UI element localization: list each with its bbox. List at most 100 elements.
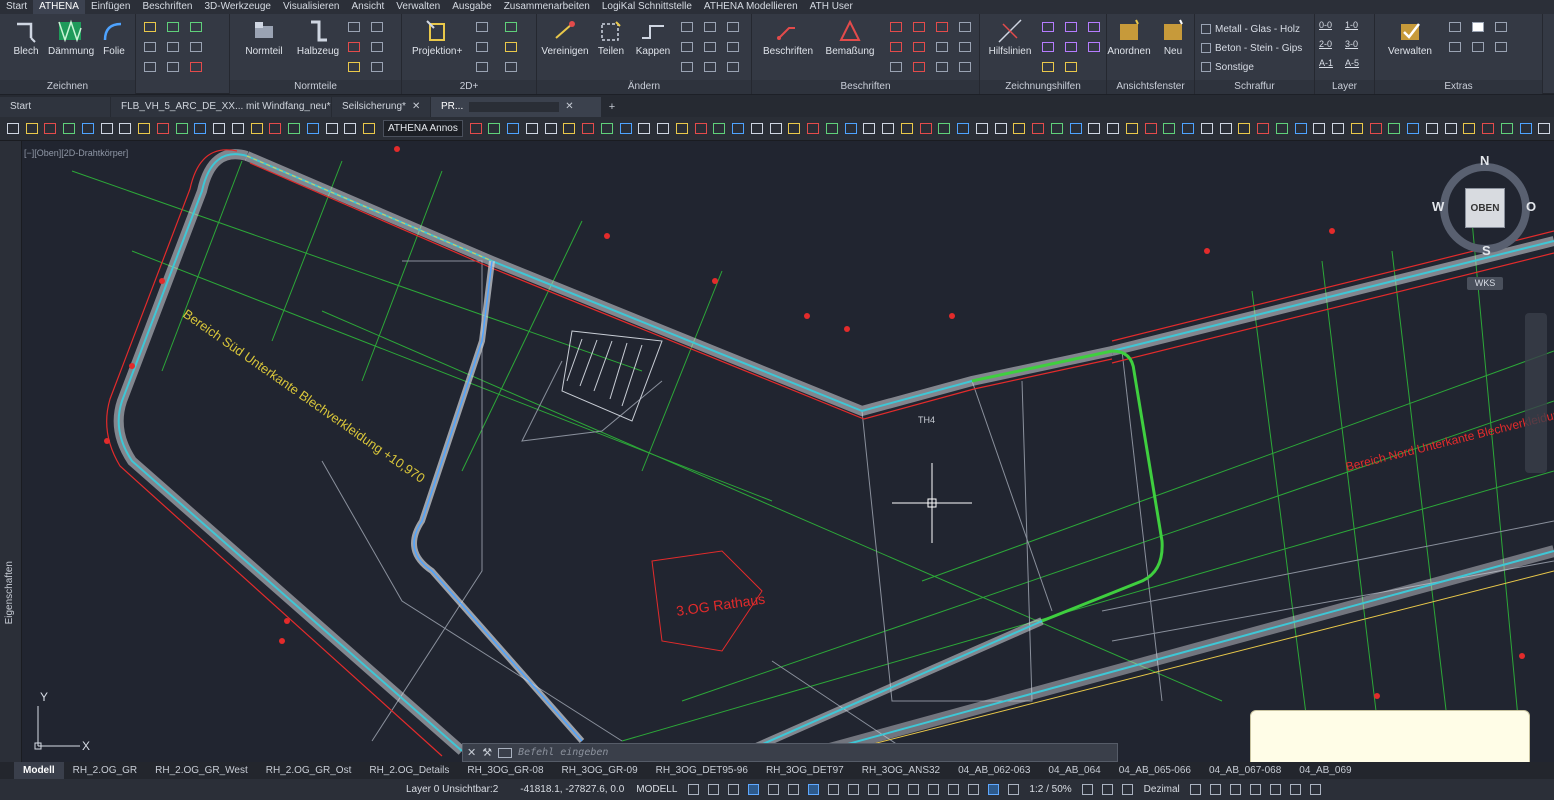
layout-tab-modell[interactable]: Modell [14,762,64,779]
dim-aligned-icon[interactable] [909,18,929,35]
copy-tool-icon[interactable] [723,18,743,35]
command-line[interactable]: ✕ ⚒ Befehl eingeben [462,743,1118,762]
toolbar-tool-icon[interactable] [360,120,378,138]
menu-item-logikal-schnittstelle[interactable]: LogiKal Schnittstelle [596,0,698,14]
detail-tool-icon[interactable] [501,38,521,55]
toolbar-tool-icon[interactable] [192,120,210,138]
layer-a-5[interactable]: A-5 [1345,58,1371,77]
section-tool-icon[interactable] [472,38,492,55]
neu-button[interactable]: Neu [1151,18,1195,57]
status-model-space[interactable]: MODELL [630,784,683,795]
menu-item-beschriften[interactable]: Beschriften [136,0,198,14]
doc-tab-seilsicherung[interactable]: Seilsicherung* ✕ [332,97,430,117]
toolbar-tool-icon[interactable] [1442,120,1460,138]
dash-tool-icon[interactable] [163,38,183,55]
trim-tool-icon[interactable] [677,58,697,75]
dim-radius-icon[interactable] [932,18,952,35]
toolbar-tool-icon[interactable] [1104,120,1122,138]
toolbar-tool-icon[interactable] [767,120,785,138]
selection-cycle-icon[interactable] [885,782,901,798]
menu-item-einfügen[interactable]: Einfügen [85,0,136,14]
quick-properties-icon[interactable] [1188,782,1204,798]
schraffur-sonstige[interactable]: Sonstige [1201,58,1302,77]
toolbar-tool-icon[interactable] [1479,120,1497,138]
block-icon[interactable] [886,58,906,75]
toolbar-tool-icon[interactable] [467,120,485,138]
toolbar-tool-icon[interactable] [654,120,672,138]
toolbar-tool-icon[interactable] [823,120,841,138]
status-units[interactable]: Dezimal [1138,784,1186,795]
toolbar-tool-icon[interactable] [992,120,1010,138]
layer-a-1[interactable]: A-1 [1319,58,1345,77]
toolbar-tool-icon[interactable] [954,120,972,138]
grid2-icon[interactable] [1061,38,1081,55]
toolbar-tool-icon[interactable] [842,120,860,138]
toolbar-tool-icon[interactable] [1011,120,1029,138]
kappen-button[interactable]: Kappen [631,18,675,57]
verwalten-button[interactable]: Verwalten [1385,18,1435,57]
layout-tab-rh-3og-det97[interactable]: RH_3OG_DET97 [757,762,853,779]
toolbar-tool-icon[interactable] [598,120,616,138]
text-size-icon[interactable] [955,58,975,75]
hardware-accel-icon[interactable] [1248,782,1264,798]
toolbar-tool-icon[interactable] [1161,120,1179,138]
daemmung-button[interactable]: Dämmung [48,18,94,57]
selection-filter-icon[interactable] [945,782,961,798]
pattern-tool-icon[interactable] [186,18,206,35]
profile2-tool-icon[interactable] [367,38,387,55]
profile-tool-icon[interactable] [344,38,364,55]
viewcube-south[interactable]: S [1482,243,1491,258]
toolbar-tool-icon[interactable] [486,120,504,138]
navigation-bar[interactable] [1525,313,1547,473]
settings-icon[interactable] [1445,18,1465,35]
profile4-tool-icon[interactable] [367,58,387,75]
annotation-monitor-icon[interactable] [1100,782,1116,798]
mleader-icon[interactable] [909,38,929,55]
help-icon[interactable] [1468,18,1488,35]
toolbar-tool-icon[interactable] [229,120,247,138]
toolbar-tool-icon[interactable] [1179,120,1197,138]
polar-toggle-icon[interactable] [765,782,781,798]
toolbar-tool-icon[interactable] [1536,120,1554,138]
isolate-objects-icon[interactable] [1228,782,1244,798]
users-icon[interactable] [1445,38,1465,55]
extend-tool-icon[interactable] [700,58,720,75]
import-icon[interactable] [1491,38,1511,55]
grid-icon[interactable] [1038,38,1058,55]
export-icon[interactable] [1468,38,1488,55]
toolbar-tool-icon[interactable] [1404,120,1422,138]
toolbar-tool-icon[interactable] [1236,120,1254,138]
otrack-toggle-icon[interactable] [825,782,841,798]
workspace-gear-icon[interactable] [1080,782,1096,798]
text-style-icon[interactable] [932,38,952,55]
toolbar-tool-icon[interactable] [804,120,822,138]
projektion-button[interactable]: Projektion+ [412,18,462,57]
layer-1-0[interactable]: 1-0 [1345,20,1371,39]
move-tool-icon[interactable] [677,18,697,35]
profile3-tool-icon[interactable] [344,58,364,75]
toolbar-tool-icon[interactable] [210,120,228,138]
viewcube-face[interactable]: OBEN [1465,188,1505,228]
viewport-label[interactable]: [−][Oben][2D-Drahtkörper] [24,148,128,158]
layout-tab-04-ab-062-063[interactable]: 04_AB_062-063 [949,762,1039,779]
anordnen-button[interactable]: Anordnen [1107,18,1151,57]
view-tool-icon[interactable] [472,18,492,35]
toolbar-tool-icon[interactable] [1386,120,1404,138]
infer-toggle-icon[interactable] [725,782,741,798]
layer-3-0[interactable]: 3-0 [1345,39,1371,58]
new-tab-plus-icon[interactable]: + [602,97,622,117]
menu-item-athena[interactable]: ATHENA [33,0,85,14]
dynucs-toggle-icon[interactable] [925,782,941,798]
folie-button[interactable]: Folie [92,18,136,57]
layer-2-0[interactable]: 2-0 [1319,39,1345,58]
layout-tab-rh-2-og-details[interactable]: RH_2.OG_Details [360,762,458,779]
dim-linear-icon[interactable] [886,18,906,35]
toolbar-tool-icon[interactable] [1142,120,1160,138]
menu-item-start[interactable]: Start [0,0,33,14]
toolbar-tool-icon[interactable] [267,120,285,138]
shape-tool-icon[interactable] [501,18,521,35]
toolbar-tool-icon[interactable] [1367,120,1385,138]
doc-tab-flb[interactable]: FLB_VH_5_ARC_DE_XX... mit Windfang_neu*✕ [111,97,345,117]
ortho2-icon[interactable] [1061,58,1081,75]
athena-status-icon[interactable] [1268,782,1284,798]
